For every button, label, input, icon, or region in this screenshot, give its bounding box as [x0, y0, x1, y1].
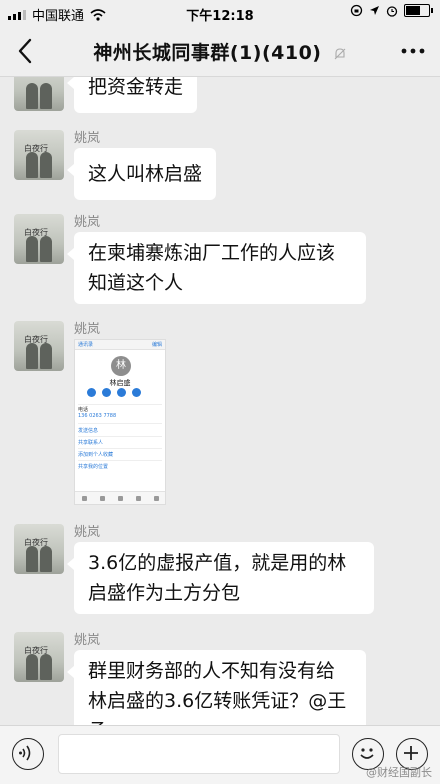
message-bubble[interactable]: 群里财务部的人不知有没有给 林启盛的3.6亿转账凭证？@王 承 — [67, 650, 366, 725]
image-message[interactable]: 通讯录 编辑 林 林启盛 电话 136 0263 7788 发送信息 共享联系人… — [74, 339, 166, 505]
message-line: 林启盛的3.6亿转账凭证？@王 — [88, 690, 347, 712]
contact-card-link: 添加到个人收藏 — [78, 452, 114, 458]
contact-card-back: 通讯录 — [78, 342, 94, 348]
contact-card-actions — [87, 388, 141, 397]
status-bar: 中国联通 下午12:18 — [0, 0, 440, 26]
contact-card-navbar: 通讯录 编辑 — [75, 340, 165, 350]
avatar[interactable]: 白夜行 — [14, 632, 64, 682]
location-icon — [370, 6, 379, 15]
sender-name: 姚岚 — [74, 322, 101, 337]
sender-name: 姚岚 — [74, 215, 101, 230]
contact-card-edit: 编辑 — [151, 342, 162, 348]
status-right — [350, 4, 433, 17]
battery-icon — [404, 4, 433, 17]
avatar[interactable]: 白夜行 — [14, 524, 64, 574]
contact-card-avatar: 林 — [111, 356, 131, 376]
chat-header: 神州长城同事群(1)(410) — [0, 26, 440, 77]
contact-card-name: 林启盛 — [109, 379, 131, 387]
input-bar: @财经国副长 — [0, 725, 440, 784]
voice-icon[interactable] — [12, 738, 44, 770]
chat-title: 神州长城同事群(1)(410) — [60, 38, 380, 65]
message-text: 这人叫林启盛 — [88, 163, 203, 185]
contact-card-tabbar — [75, 491, 165, 504]
message-line: 在柬埔寨炼油厂工作的人应该 — [88, 242, 336, 264]
message-text: 把资金转走 — [88, 77, 184, 98]
contact-card-phone: 136 0263 7788 — [78, 413, 117, 419]
avatar[interactable]: 白夜行 — [14, 214, 64, 264]
avatar[interactable]: 白夜行 — [14, 130, 64, 180]
sender-name: 姚岚 — [74, 633, 101, 648]
message-line: 承 — [88, 716, 352, 725]
sender-name: 姚岚 — [74, 131, 101, 146]
alarm-icon — [386, 5, 398, 17]
message-line: 知道这个人 — [88, 272, 184, 294]
contact-card-section: 电话 — [78, 407, 89, 413]
contact-card-link: 发送信息 — [78, 428, 99, 434]
rotation-lock-icon — [350, 4, 363, 17]
back-chevron-icon[interactable] — [12, 36, 40, 66]
message-bubble[interactable]: 在柬埔寨炼油厂工作的人应该 知道这个人 — [67, 232, 366, 304]
message-bubble[interactable]: 把资金转走 — [66, 77, 198, 113]
mute-bell-icon — [334, 47, 346, 59]
more-icon[interactable] — [400, 40, 426, 62]
contact-card-link: 共享联系人 — [78, 440, 104, 446]
message-bubble[interactable]: 这人叫林启盛 — [66, 148, 217, 200]
message-input[interactable] — [58, 734, 340, 774]
message-line: 群里财务部的人不知有没有给 — [88, 660, 336, 682]
contact-card-link: 共享我的位置 — [78, 464, 109, 470]
avatar[interactable] — [14, 77, 64, 111]
message-bubble[interactable]: 3.6亿的虚报产值，就是用的林 启盛作为土方分包 — [67, 542, 374, 614]
chat-list[interactable]: 把资金转走 白夜行 姚岚 这人叫林启盛 白夜行 姚岚 在柬埔寨炼油厂工作的人应该… — [0, 77, 440, 725]
message-line: 3.6亿的虚报产值，就是用的林 — [88, 552, 347, 574]
watermark: @财经国副长 — [366, 766, 432, 779]
sender-name: 姚岚 — [74, 525, 101, 540]
avatar[interactable]: 白夜行 — [14, 321, 64, 371]
message-line: 启盛作为土方分包 — [88, 582, 241, 604]
chat-title-text: 神州长城同事群(1)(410) — [93, 42, 322, 64]
